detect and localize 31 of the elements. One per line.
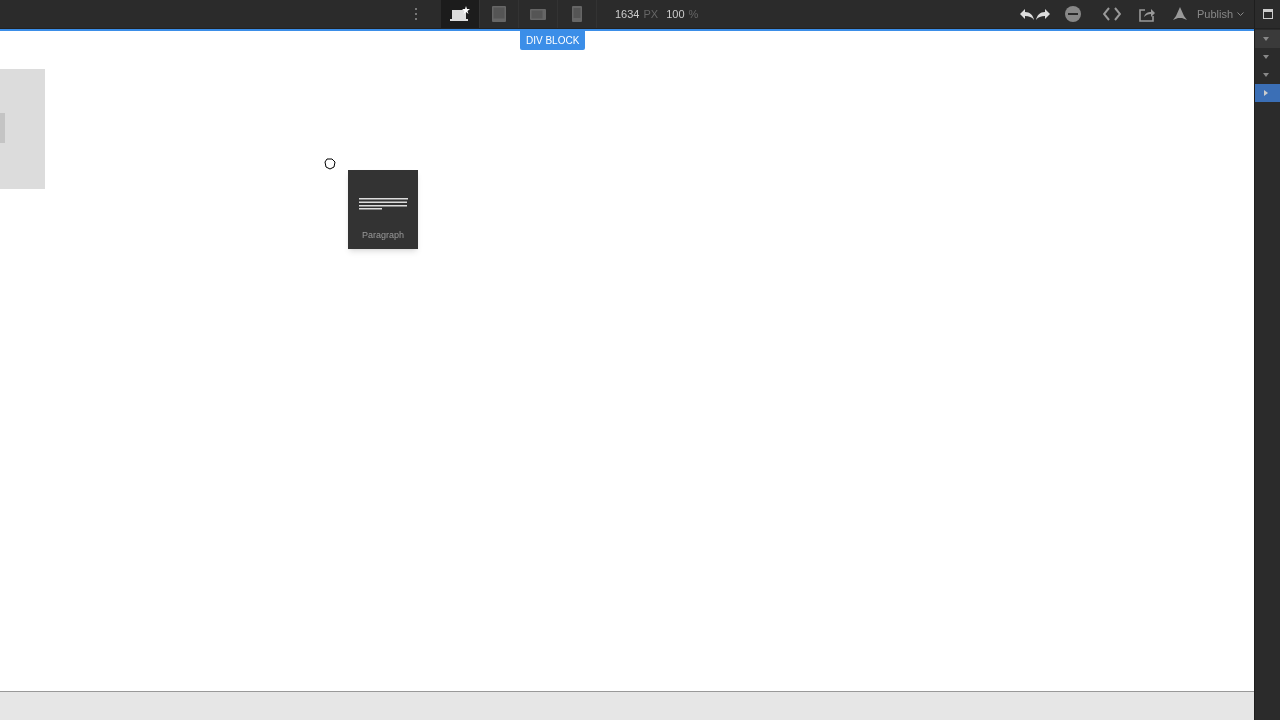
zoom-value[interactable]: 100 [666,5,685,23]
undo-icon[interactable] [1018,7,1035,21]
element-label: Paragraph [362,229,404,242]
paragraph-element-card[interactable]: Paragraph [348,170,418,249]
tablet-icon [492,6,506,22]
width-value[interactable]: 1634 [615,5,640,23]
navigator-row[interactable] [1255,30,1280,48]
zoom-unit: % [688,6,699,22]
expand-arrow-icon[interactable] [1263,90,1269,96]
more-icon[interactable] [415,8,418,20]
chevron-icon [1237,11,1244,17]
window-icon [1262,9,1273,19]
redo-icon[interactable] [1034,7,1051,21]
cursor-icon [323,157,336,170]
expand-arrow-icon[interactable] [1263,54,1269,60]
expand-arrow-icon[interactable] [1263,72,1269,78]
device-tab[interactable] [441,0,480,28]
handle[interactable] [0,113,5,143]
width-unit: PX [643,6,659,22]
export-icon[interactable] [1138,6,1155,22]
paragraph-icon [358,198,408,210]
expand-arrow-icon[interactable] [1263,36,1269,42]
rocket-icon [1172,7,1187,21]
preview-icon[interactable] [1064,6,1081,22]
landscape-icon [530,8,546,20]
phone-icon [572,6,582,22]
code-icon[interactable] [1102,7,1121,21]
desktop-icon [450,6,470,22]
selection-label: DIV BLOCK [520,31,586,50]
publish-button[interactable]: Publish [1196,5,1244,23]
navigator-row[interactable] [1255,84,1280,102]
